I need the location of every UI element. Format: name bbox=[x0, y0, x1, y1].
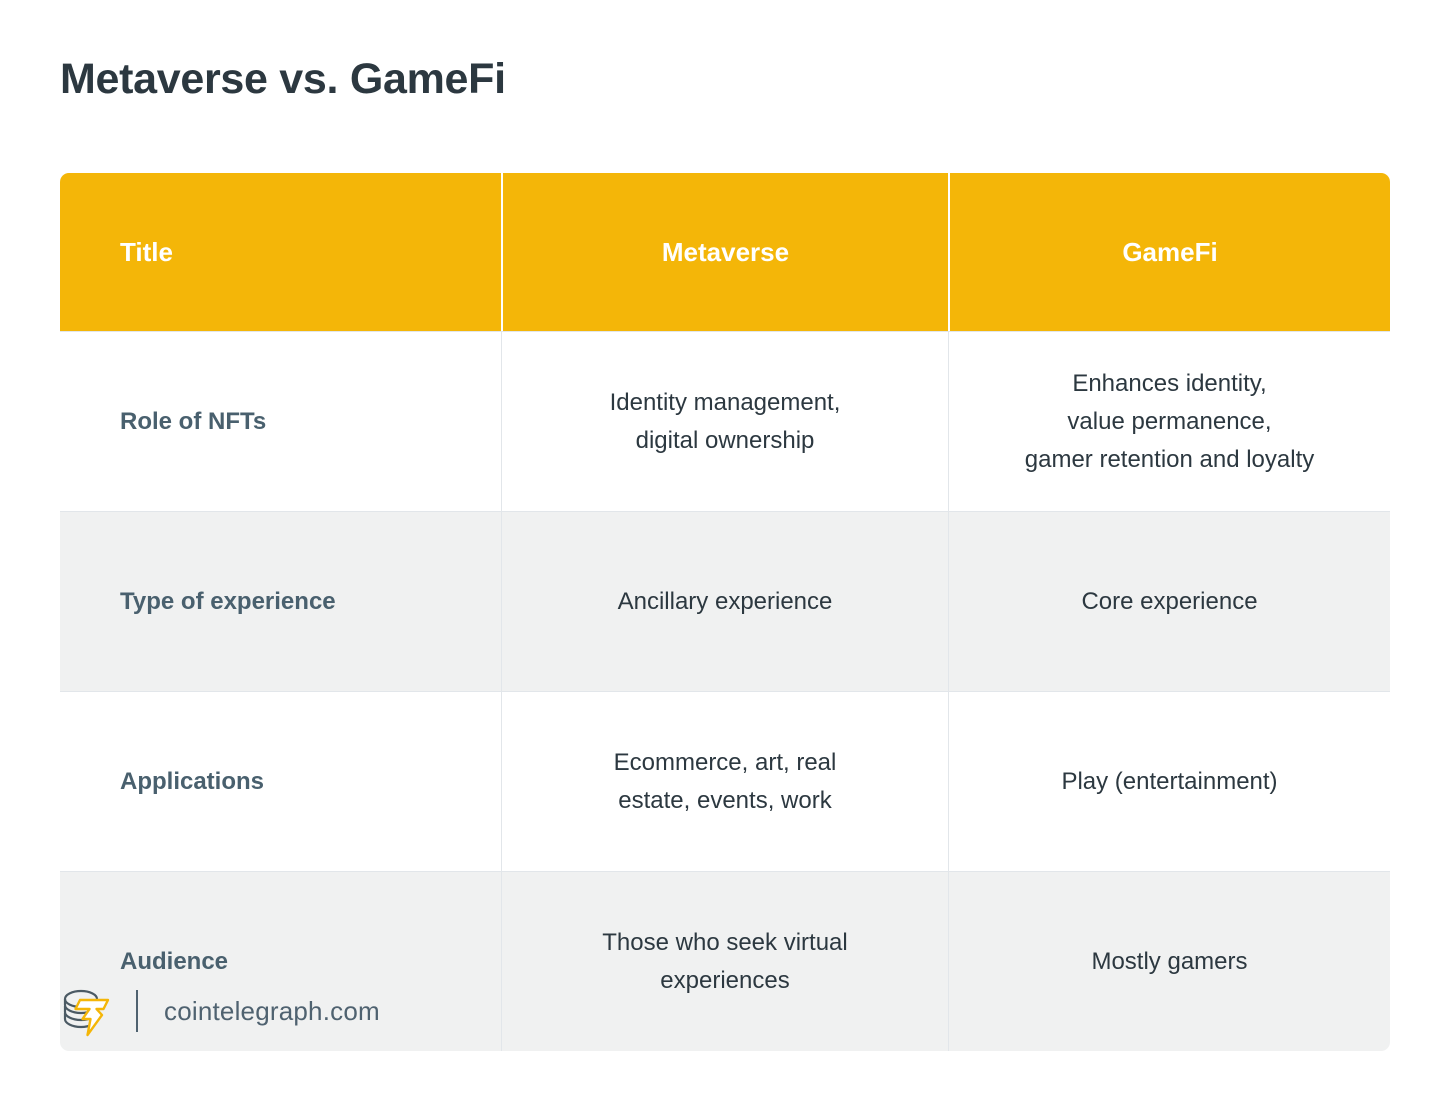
table-row: Applications Ecommerce, art, real estate… bbox=[60, 691, 1390, 871]
infographic-page: Metaverse vs. GameFi Title Metaverse Gam… bbox=[0, 0, 1450, 1093]
row-gamefi-value: Mostly gamers bbox=[1091, 947, 1248, 975]
row-gamefi-value: Enhances identity, value permanence, gam… bbox=[1024, 369, 1315, 473]
page-title: Metaverse vs. GameFi bbox=[60, 55, 506, 103]
table-row: Type of experience Ancillary experience … bbox=[60, 511, 1390, 691]
row-gamefi-value: Core experience bbox=[1081, 587, 1258, 615]
row-gamefi-cell: Core experience bbox=[948, 512, 1390, 691]
row-label: Role of NFTs bbox=[120, 407, 267, 435]
footer-divider bbox=[136, 990, 138, 1032]
row-label: Applications bbox=[120, 767, 265, 795]
row-metaverse-value: Identity management, digital ownership bbox=[609, 388, 841, 454]
cointelegraph-logo-icon bbox=[63, 989, 110, 1037]
row-label-cell: Type of experience bbox=[60, 512, 501, 691]
row-metaverse-cell: Those who seek virtual experiences bbox=[501, 872, 948, 1051]
row-gamefi-cell: Mostly gamers bbox=[948, 872, 1390, 1051]
row-metaverse-cell: Identity management, digital ownership bbox=[501, 332, 948, 511]
column-header-metaverse: Metaverse bbox=[501, 173, 948, 331]
row-metaverse-cell: Ecommerce, art, real estate, events, wor… bbox=[501, 692, 948, 871]
row-gamefi-cell: Enhances identity, value permanence, gam… bbox=[948, 332, 1390, 511]
comparison-table: Title Metaverse GameFi Role of NFTs Iden… bbox=[60, 173, 1390, 1051]
row-gamefi-cell: Play (entertainment) bbox=[948, 692, 1390, 871]
row-metaverse-value: Those who seek virtual experiences bbox=[602, 928, 848, 994]
column-header-title: Title bbox=[120, 237, 173, 267]
row-metaverse-value: Ancillary experience bbox=[617, 587, 833, 615]
table-header-row: Title Metaverse GameFi bbox=[60, 173, 1390, 331]
row-label-cell: Applications bbox=[60, 692, 501, 871]
footer-branding: cointelegraph.com bbox=[62, 982, 380, 1040]
row-metaverse-value: Ecommerce, art, real estate, events, wor… bbox=[613, 748, 837, 814]
footer-site-url: cointelegraph.com bbox=[164, 996, 380, 1026]
table-row: Role of NFTs Identity management, digita… bbox=[60, 331, 1390, 511]
row-label-cell: Role of NFTs bbox=[60, 332, 501, 511]
row-metaverse-cell: Ancillary experience bbox=[501, 512, 948, 691]
row-label: Type of experience bbox=[120, 587, 336, 615]
column-header-gamefi: GameFi bbox=[948, 173, 1390, 331]
row-gamefi-value: Play (entertainment) bbox=[1061, 767, 1278, 795]
row-label: Audience bbox=[120, 947, 229, 975]
